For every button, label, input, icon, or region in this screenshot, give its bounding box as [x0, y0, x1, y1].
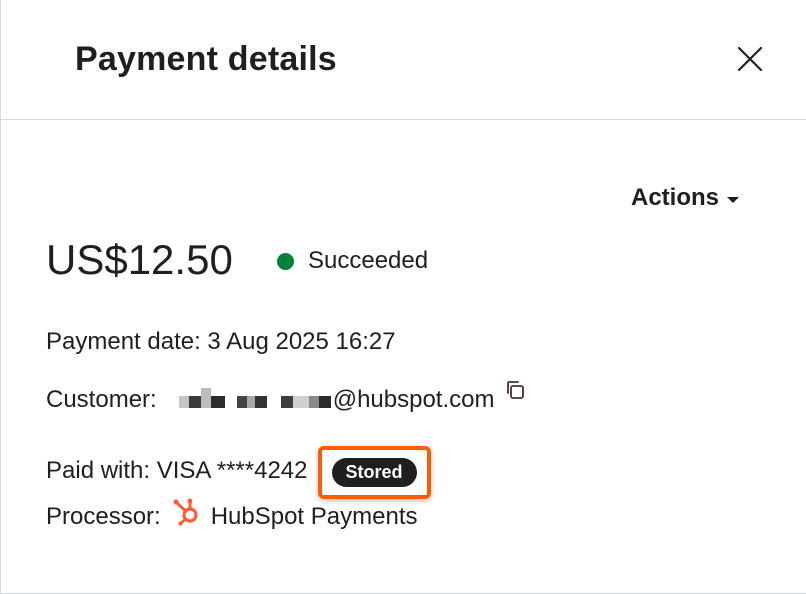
- status-dot-icon: [277, 252, 294, 270]
- panel-header: Payment details: [1, 0, 806, 120]
- close-button[interactable]: [733, 42, 767, 76]
- actions-dropdown[interactable]: Actions: [631, 184, 740, 212]
- stored-highlight: Stored: [317, 446, 431, 499]
- paid-with-text: Paid with: VISA ****4242: [46, 456, 308, 484]
- processor-label: Processor:: [46, 502, 161, 530]
- copy-icon[interactable]: [504, 379, 526, 408]
- redacted-email-name: [178, 388, 331, 408]
- payment-details-panel: Payment details Actions US$12.50 Succeed…: [0, 0, 806, 594]
- paid-with-row: Paid with: VISA ****4242 Stored: [46, 442, 431, 499]
- status-text: Succeeded: [308, 247, 429, 274]
- processor-row: Processor: HubSpot Payments: [46, 498, 418, 533]
- payment-date-row: Payment date: 3 Aug 2025 16:27: [46, 328, 396, 356]
- hubspot-sprocket-icon: [171, 496, 201, 533]
- actions-label: Actions: [631, 184, 720, 211]
- stored-badge: Stored: [331, 458, 417, 487]
- payment-amount: US$12.50: [46, 236, 233, 283]
- customer-email[interactable]: @hubspot.com: [333, 386, 495, 414]
- processor-name: HubSpot Payments: [210, 502, 418, 530]
- caret-down-icon: [727, 196, 740, 203]
- customer-row: Customer: @hubspot.com: [46, 380, 526, 414]
- status-indicator: Succeeded: [277, 247, 428, 275]
- page-title: Payment details: [75, 40, 337, 78]
- payment-date: Payment date: 3 Aug 2025 16:27: [46, 328, 396, 355]
- close-icon: [737, 46, 763, 72]
- customer-label: Customer:: [46, 386, 157, 413]
